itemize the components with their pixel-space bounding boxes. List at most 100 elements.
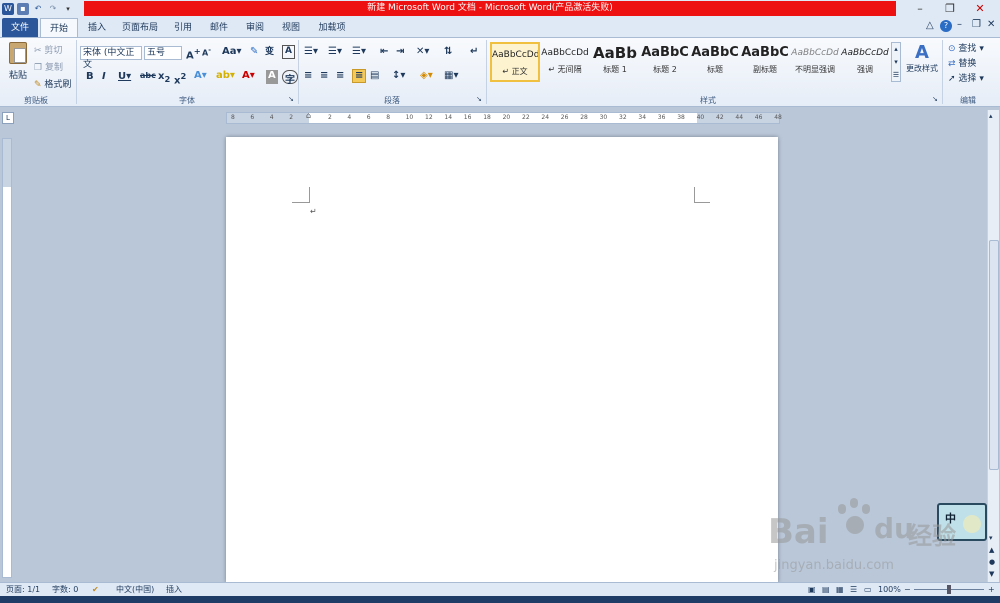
phonetic-guide-icon[interactable]: 变 [265, 44, 274, 58]
line-spacing-icon[interactable]: ↕▾ [392, 70, 405, 84]
numbering-icon[interactable]: ☰▾ [328, 46, 342, 60]
zoom-slider-thumb[interactable] [947, 585, 951, 594]
font-color-icon[interactable]: A▾ [242, 70, 255, 84]
align-center-icon[interactable]: ≡ [320, 70, 328, 84]
replace-button[interactable]: ⇄ 替换 [948, 56, 976, 69]
web-layout-icon[interactable]: ▦ [836, 583, 844, 597]
chinese-layout-icon[interactable]: ✕▾ [416, 46, 429, 60]
minimize-ribbon-icon[interactable]: △ [926, 20, 934, 31]
format-painter-button[interactable]: ✎ 格式刷 [34, 77, 71, 90]
indent-marker-icon[interactable]: ⌂ [306, 111, 311, 120]
style-title[interactable]: AaBbC 标题 [690, 42, 740, 82]
zoom-level[interactable]: 100% [878, 583, 901, 597]
scroll-down-icon[interactable]: ▾ [989, 534, 993, 542]
proofing-icon[interactable]: ✔ [92, 583, 99, 597]
tab-addins[interactable]: 加载项 [312, 18, 352, 38]
multilevel-list-icon[interactable]: ☰▾ [352, 46, 366, 60]
browse-object-icon[interactable]: ● [989, 558, 995, 566]
font-size-combo[interactable]: 五号 [144, 46, 182, 60]
styles-dialog-launcher-icon[interactable]: ↘ [932, 95, 938, 103]
style-emphasis[interactable]: AaBbCcDd 强调 [840, 42, 890, 82]
paragraph-dialog-launcher-icon[interactable]: ↘ [476, 95, 482, 103]
tab-file[interactable]: 文件 [2, 18, 38, 38]
shrink-font-icon[interactable]: A- [202, 46, 211, 60]
select-button[interactable]: ➚ 选择 ▾ [948, 71, 984, 84]
page-count[interactable]: 页面: 1/1 [6, 583, 40, 597]
tab-home[interactable]: 开始 [40, 18, 78, 38]
justify-icon[interactable]: ≡ [352, 69, 367, 83]
copy-button[interactable]: ❐ 复制 [34, 60, 63, 73]
minimize-button[interactable]: – [906, 0, 934, 18]
align-right-icon[interactable]: ≡ [336, 70, 344, 84]
outline-icon[interactable]: ☰ [850, 583, 857, 597]
sort-icon[interactable]: ⇅ [444, 46, 452, 60]
document-page[interactable]: ↵ [226, 137, 778, 583]
style-heading-1[interactable]: AaBb 标题 1 [590, 42, 640, 82]
tab-page-layout[interactable]: 页面布局 [116, 18, 164, 38]
insert-mode[interactable]: 插入 [166, 583, 182, 597]
style-no-spacing[interactable]: AaBbCcDd ↵ 无间隔 [540, 42, 590, 82]
font-name-combo[interactable]: 宋体 (中文正文 [80, 46, 142, 70]
show-marks-icon[interactable]: ↵ [470, 46, 478, 60]
style-subtle-emphasis[interactable]: AaBbCcDd 不明显强调 [790, 42, 840, 82]
print-layout-icon[interactable]: ▣ [808, 583, 816, 597]
tab-mailings[interactable]: 邮件 [204, 18, 234, 38]
shading-icon[interactable]: ◈▾ [420, 70, 433, 84]
zoom-out-icon[interactable]: − [904, 583, 911, 597]
scrollbar-thumb[interactable] [989, 240, 999, 470]
style-normal[interactable]: AaBbCcDd ↵ 正文 [490, 42, 540, 82]
clear-format-icon[interactable]: ✎ [250, 46, 258, 60]
style-subtitle[interactable]: AaBbC 副标题 [740, 42, 790, 82]
style-heading-2[interactable]: AaBbC 标题 2 [640, 42, 690, 82]
underline-icon[interactable]: U▾ [118, 71, 131, 85]
borders-icon[interactable]: ▦▾ [444, 70, 458, 84]
tab-review[interactable]: 审阅 [240, 18, 270, 38]
scroll-up-icon[interactable]: ▴ [989, 112, 993, 120]
customize-qat-icon[interactable]: ▾ [62, 3, 74, 15]
word-app-icon[interactable]: W [2, 3, 14, 15]
undo-icon[interactable]: ↶ [32, 3, 44, 15]
tab-view[interactable]: 视图 [276, 18, 306, 38]
superscript-icon[interactable]: x2 [174, 71, 186, 86]
close-button[interactable]: ✕ [966, 0, 994, 18]
redo-icon[interactable]: ↷ [47, 3, 59, 15]
next-page-icon[interactable]: ▼ [989, 570, 994, 578]
bold-icon[interactable]: B [86, 71, 94, 85]
styles-scroll[interactable]: ▴ ▾ ☰ [891, 42, 901, 82]
tab-selector-icon[interactable]: L [2, 112, 14, 124]
full-screen-reading-icon[interactable]: ▤ [822, 583, 830, 597]
highlight-icon[interactable]: ab▾ [216, 70, 235, 84]
vertical-ruler[interactable] [2, 138, 12, 578]
char-border-icon[interactable]: A [282, 45, 295, 59]
tab-references[interactable]: 引用 [168, 18, 198, 38]
grow-font-icon[interactable]: A+ [186, 46, 201, 61]
doc-minimize-icon[interactable]: – [957, 19, 962, 30]
char-shading-icon[interactable]: A [266, 70, 278, 84]
strikethrough-icon[interactable]: abc [140, 71, 156, 85]
tab-insert[interactable]: 插入 [82, 18, 112, 38]
distribute-icon[interactable]: ▤ [370, 70, 379, 84]
increase-indent-icon[interactable]: ⇥ [396, 46, 404, 60]
find-button[interactable]: ⊙ 查找 ▾ [948, 41, 984, 54]
help-icon[interactable]: ? [940, 20, 952, 32]
prev-page-icon[interactable]: ▲ [989, 546, 994, 554]
zoom-in-icon[interactable]: + [988, 583, 995, 597]
change-styles-button[interactable]: A 更改样式 [904, 42, 940, 92]
horizontal-ruler[interactable]: 8 6 4 2 2 4 6 8 10 12 14 16 18 20 22 24 26 28 30 32 34 36 38 40… [226, 111, 782, 124]
doc-restore-icon[interactable]: ❐ [972, 19, 981, 30]
align-left-icon[interactable]: ≡ [304, 70, 312, 84]
cut-button[interactable]: ✂ 剪切 [34, 43, 62, 56]
save-icon[interactable]: ▪ [17, 3, 29, 15]
draft-icon[interactable]: ▭ [864, 583, 872, 597]
text-effects-icon[interactable]: A▾ [194, 70, 207, 84]
enclose-char-icon[interactable]: 字 [282, 70, 298, 86]
doc-close-icon[interactable]: ✕ [987, 19, 995, 30]
subscript-icon[interactable]: x2 [158, 71, 170, 85]
paste-button[interactable]: 粘贴 [6, 42, 30, 92]
decrease-indent-icon[interactable]: ⇤ [380, 46, 388, 60]
bullets-icon[interactable]: ☰▾ [304, 46, 318, 60]
font-dialog-launcher-icon[interactable]: ↘ [288, 95, 294, 103]
language[interactable]: 中文(中国) [116, 583, 154, 597]
restore-button[interactable]: ❐ [936, 0, 964, 18]
word-count[interactable]: 字数: 0 [52, 583, 78, 597]
